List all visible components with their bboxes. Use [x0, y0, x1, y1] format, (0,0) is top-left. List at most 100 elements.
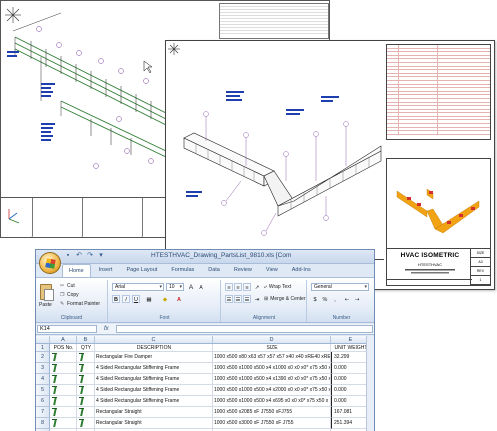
cell-d[interactable]: 1000 x500 x1000 x500 x4 x2000 x0 x0 x0* …: [213, 385, 331, 396]
bold-button[interactable]: B: [112, 295, 120, 303]
italic-button[interactable]: I: [122, 295, 130, 303]
excel-title-bar[interactable]: ▪ ↶ ↷ ▾ HTESTHVAC_Drawing_PartsList_9810…: [36, 250, 374, 264]
cell-c[interactable]: Rectangular Straight: [95, 418, 213, 429]
tab-add-ins[interactable]: Add-Ins: [286, 264, 317, 277]
paste-icon[interactable]: [40, 284, 54, 301]
cell-d[interactable]: 1000 x500 x1000 x500 x4 x1390 x0 x0 x0* …: [213, 374, 331, 385]
cell-d[interactable]: 1000 x500 x3000 xF J7550 xF J755: [213, 418, 331, 429]
tab-formulas[interactable]: Formulas: [165, 264, 200, 277]
copy-button[interactable]: ❐ Copy: [60, 292, 79, 298]
cell-e[interactable]: 167.081: [331, 407, 371, 418]
thumbnail-cell[interactable]: [50, 418, 77, 429]
vertical-scrollbar[interactable]: [366, 336, 374, 431]
orientation-icon[interactable]: ↗: [253, 283, 261, 291]
align-bottom-icon[interactable]: ≡: [243, 283, 251, 291]
comma-button[interactable]: ,: [331, 295, 339, 303]
thumbnail-cell[interactable]: [77, 352, 95, 363]
align-center-icon[interactable]: ☰: [234, 295, 242, 303]
merge-center-button[interactable]: ⊞ Merge & Center: [264, 296, 306, 302]
cell-e[interactable]: 251.394: [331, 418, 371, 429]
font-color-icon[interactable]: A: [175, 295, 183, 303]
row-header[interactable]: 1: [36, 344, 50, 352]
font-name-dropdown[interactable]: Arial: [112, 283, 164, 291]
thumbnail-cell[interactable]: [77, 396, 95, 407]
row-header[interactable]: 8: [36, 418, 50, 429]
office-button[interactable]: [39, 252, 61, 274]
column-header[interactable]: E: [331, 336, 371, 344]
tab-home[interactable]: Home: [62, 264, 91, 277]
tab-view[interactable]: View: [260, 264, 284, 277]
column-header[interactable]: A: [50, 336, 77, 344]
header-cell-c[interactable]: DESCRIPTION: [95, 344, 213, 352]
row-header[interactable]: 3: [36, 363, 50, 374]
number-format-dropdown[interactable]: General: [311, 283, 369, 291]
tab-page-layout[interactable]: Page Layout: [120, 264, 163, 277]
cell-c[interactable]: 4 Sided Rectangular Stiffening Frame: [95, 374, 213, 385]
underline-button[interactable]: U: [132, 295, 140, 303]
thumbnail-cell[interactable]: [50, 407, 77, 418]
header-cell-b[interactable]: QTY: [77, 344, 95, 352]
cell-d[interactable]: 1000 x500 x1000 x500 x4 x1000 x0 x0 x0* …: [213, 363, 331, 374]
header-cell-e[interactable]: UNIT WEIGHT: [331, 344, 371, 352]
cell-e[interactable]: 32.299: [331, 352, 371, 363]
cell-d[interactable]: 1000 x500 x80 x63 x57 x57 x57 x40 x40 xR…: [213, 352, 331, 363]
paste-button[interactable]: Paste: [39, 302, 52, 308]
thumbnail-cell[interactable]: [77, 363, 95, 374]
currency-button[interactable]: $: [311, 295, 319, 303]
align-left-icon[interactable]: ☰: [225, 295, 233, 303]
thumbnail-cell[interactable]: [50, 352, 77, 363]
save-icon[interactable]: ▪: [64, 252, 72, 260]
header-cell-d[interactable]: SIZE: [213, 344, 331, 352]
cell-e[interactable]: 0.000: [331, 363, 371, 374]
row-header[interactable]: 6: [36, 396, 50, 407]
spreadsheet-grid[interactable]: ABCDEF1POS No.QTYDESCRIPTIONSIZEUNIT WEI…: [36, 336, 374, 431]
cell-e[interactable]: 0.000: [331, 385, 371, 396]
column-header[interactable]: D: [213, 336, 331, 344]
fx-icon[interactable]: fx: [104, 324, 109, 334]
header-cell-a[interactable]: POS No.: [50, 344, 77, 352]
row-header[interactable]: 4: [36, 374, 50, 385]
column-header[interactable]: C: [95, 336, 213, 344]
thumbnail-cell[interactable]: [77, 407, 95, 418]
redo-icon[interactable]: ↷: [86, 252, 94, 260]
thumbnail-cell[interactable]: [50, 385, 77, 396]
borders-icon[interactable]: ▦: [145, 295, 153, 303]
thumbnail-cell[interactable]: [77, 374, 95, 385]
align-right-icon[interactable]: ☰: [243, 295, 251, 303]
cell-c[interactable]: Rectangular Fire Damper: [95, 352, 213, 363]
thumbnail-cell[interactable]: [50, 374, 77, 385]
indent-icon[interactable]: ⇥: [253, 295, 261, 303]
customize-toolbar-icon[interactable]: ▾: [97, 252, 105, 260]
fill-color-icon[interactable]: ◆: [161, 295, 169, 303]
cell-e[interactable]: 0.000: [331, 396, 371, 407]
thumbnail-cell[interactable]: [50, 396, 77, 407]
cell-c[interactable]: 4 Sided Rectangular Stiffening Frame: [95, 363, 213, 374]
cell-c[interactable]: 4 Sided Rectangular Stiffening Frame: [95, 396, 213, 407]
row-header[interactable]: 7: [36, 407, 50, 418]
tab-insert[interactable]: Insert: [93, 264, 119, 277]
undo-icon[interactable]: ↶: [75, 252, 83, 260]
align-top-icon[interactable]: ≡: [225, 283, 233, 291]
name-box[interactable]: K14: [37, 325, 97, 333]
percent-button[interactable]: %: [321, 295, 329, 303]
formula-input[interactable]: [116, 325, 373, 333]
cell-d[interactable]: 1000 x500 x2085 xF J7550 xFJ755: [213, 407, 331, 418]
cell-c[interactable]: Rectangular Straight: [95, 407, 213, 418]
tab-review[interactable]: Review: [228, 264, 258, 277]
font-size-dropdown[interactable]: 10: [166, 283, 184, 291]
thumbnail-cell[interactable]: [77, 418, 95, 429]
thumbnail-cell[interactable]: [50, 363, 77, 374]
cell-d[interactable]: 1000 x500 x1000 x500 x4 x695 x0 x0 x0* x…: [213, 396, 331, 407]
thumbnail-cell[interactable]: [77, 385, 95, 396]
increase-decimal-icon[interactable]: ⇠: [343, 295, 351, 303]
row-header[interactable]: 5: [36, 385, 50, 396]
tab-data[interactable]: Data: [202, 264, 226, 277]
column-header[interactable]: B: [77, 336, 95, 344]
cut-button[interactable]: ✂ Cut: [60, 283, 75, 289]
cell-e[interactable]: 0.000: [331, 374, 371, 385]
shrink-font-button[interactable]: A: [197, 283, 205, 291]
format-painter-button[interactable]: ✎ Format Painter: [60, 301, 100, 307]
align-middle-icon[interactable]: ≡: [234, 283, 242, 291]
grow-font-button[interactable]: A: [187, 283, 195, 291]
select-all-corner[interactable]: [36, 336, 50, 344]
